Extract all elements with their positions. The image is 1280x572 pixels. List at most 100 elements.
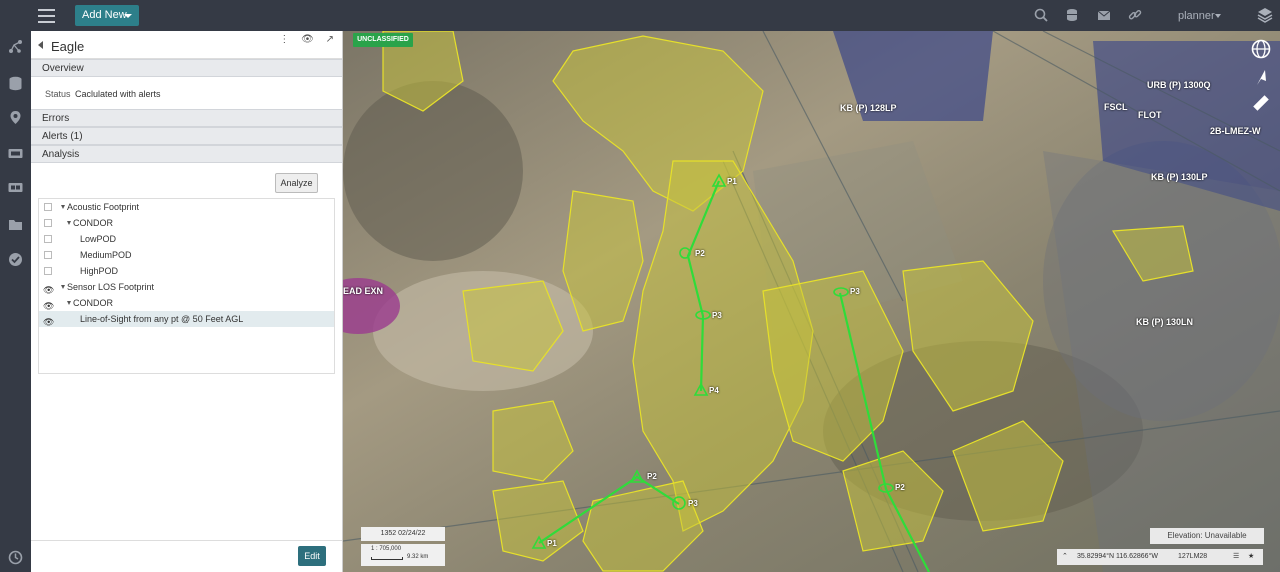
footer-divider [31,540,342,541]
chevron-down-icon [124,14,132,18]
edit-button[interactable]: Edit [298,546,326,566]
tree-row-label: MediumPOD [80,250,132,260]
coordinate-bar: ⌃ 35.82994°N 116.62866°W 127LM28 ☰ ★ [1057,549,1263,565]
folder-icon[interactable] [8,217,23,232]
map-icon[interactable] [8,180,23,195]
tree-row[interactable]: MediumPOD [39,247,334,263]
status-row: Status Caclulated with alerts [31,77,342,109]
chevron-up-icon[interactable]: ⌃ [1062,549,1068,565]
section-errors[interactable]: Errors [31,109,342,127]
visibility-checkbox[interactable] [44,251,52,259]
map-view[interactable]: P1 P2 P3 P4 P1 P2 P3 P3 P2 KB (P) 128LP … [343,31,1280,572]
tree-row[interactable]: 👁 Line-of-Sight from any pt @ 50 Feet AGL [39,311,334,327]
waypoint-label: P2 [695,249,705,258]
panel-title: Eagle [51,39,85,54]
airspace-label: FSCL [1104,102,1128,112]
visibility-checkbox[interactable] [44,267,52,275]
expand-triangle-icon[interactable] [61,285,65,289]
airspace-label: KB (P) 130LP [1151,172,1208,182]
classification-banner: UNCLASSIFIED [353,33,413,47]
tree-row[interactable]: 👁 CONDOR [39,295,334,311]
top-bar: Add New planner [0,0,1280,31]
tree-row-label: LowPOD [80,234,117,244]
map-time: 1352 02/24/22 [361,527,445,541]
waypoint-label: P3 [850,287,860,296]
waypoint-label: P4 [709,386,719,395]
scale-distance: 9.32 km [407,554,429,560]
scale-line [371,557,403,560]
history-icon[interactable] [8,550,23,565]
airspace-label: URB (P) 1300Q [1147,80,1211,90]
menu-icon[interactable] [38,9,55,23]
terrain-patch [343,81,523,261]
route-panel: Eagle ⋮ 👁 ↗ Overview Status Caclulated w… [31,31,343,572]
add-new-button[interactable]: Add New [75,5,139,26]
scale-bar: 1 : 705,000 9.32 km [361,544,445,566]
tree-row-label: CONDOR [73,218,113,228]
location-pin-icon[interactable] [8,110,23,125]
analyze-button[interactable]: Analyze [275,173,318,193]
add-new-label: Add New [82,9,127,21]
airspace-label: EAD EXN [343,286,384,296]
waypoint-label: P1 [727,177,737,186]
check-circle-icon[interactable] [8,252,23,267]
status-value: Caclulated with alerts [75,89,161,99]
expand-icon[interactable]: ↗ [326,34,334,45]
waypoint-label: P3 [688,499,698,508]
left-nav [0,31,31,572]
tree-row-label: CONDOR [73,298,113,308]
tree-row[interactable]: 👁 Sensor LOS Footprint [39,279,334,295]
eye-icon[interactable]: 👁 [43,314,54,330]
database-icon[interactable] [1065,8,1079,22]
search-icon[interactable] [1034,8,1048,22]
chevron-down-icon [1215,14,1221,18]
tree-row-label: Acoustic Footprint [67,202,140,212]
tree-row-label: HighPOD [80,266,119,276]
waypoint-label: P3 [712,311,722,320]
panel-header: Eagle ⋮ 👁 ↗ [31,31,342,59]
visibility-checkbox[interactable] [44,203,52,211]
waypoint-label: P1 [547,539,557,548]
aoi-icon[interactable] [8,146,23,161]
waypoint-label: P2 [647,472,657,481]
tree-row-label: Line-of-Sight from any pt @ 50 Feet AGL [80,314,244,324]
tree-row[interactable]: HighPOD [39,263,334,279]
visibility-checkbox[interactable] [44,235,52,243]
globe-icon[interactable] [1250,38,1272,60]
status-label: Status [45,89,71,99]
mail-icon[interactable] [1097,8,1111,22]
layer-tree: Acoustic Footprint CONDOR LowPOD MediumPOD H… [38,198,335,374]
expand-triangle-icon[interactable] [67,301,71,305]
panel-header-icons: ⋮ 👁 ↗ [270,34,334,45]
tree-row[interactable]: LowPOD [39,231,334,247]
list-icon[interactable]: ☰ [1233,549,1239,565]
airspace-label: KB (P) 128LP [840,103,897,113]
scale-ratio: 1 : 705,000 [371,546,402,552]
compass-icon[interactable] [1250,66,1272,88]
ruler-icon[interactable] [1250,92,1272,114]
airspace-label: 2B-LMEZ-W [1210,126,1261,136]
elevation-readout: Elevation: Unavailable [1150,528,1264,544]
waypoint-label: P2 [895,483,905,492]
eye-icon[interactable]: 👁 [301,34,314,45]
airspace-label: KB (P) 130LN [1136,317,1194,327]
airspace-label: FLOT [1138,110,1162,120]
section-alerts[interactable]: Alerts (1) [31,127,342,145]
tree-row[interactable]: CONDOR [39,215,334,231]
section-overview[interactable]: Overview [31,59,342,77]
more-options-icon[interactable]: ⋮ [279,34,289,45]
database-icon[interactable] [8,76,23,91]
star-icon[interactable]: ★ [1248,549,1254,565]
user-menu[interactable]: planner [1178,10,1215,22]
back-icon[interactable] [38,41,43,49]
expand-triangle-icon[interactable] [61,205,65,209]
link-icon[interactable] [1128,8,1142,22]
expand-triangle-icon[interactable] [67,221,71,225]
tree-row[interactable]: Acoustic Footprint [39,199,334,215]
mgrs-readout: 127LM28 [1178,553,1208,560]
coordinate-readout: 35.82994°N 116.62866°W [1077,553,1158,560]
visibility-checkbox[interactable] [44,219,52,227]
layers-icon[interactable] [1257,7,1273,23]
routes-icon[interactable] [8,39,23,54]
section-analysis[interactable]: Analysis [31,145,342,163]
